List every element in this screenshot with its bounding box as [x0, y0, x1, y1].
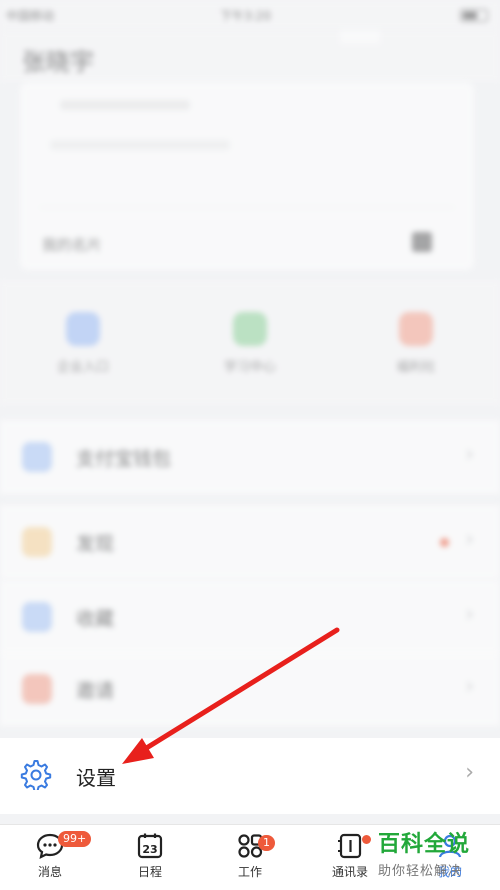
calendar-icon: 23	[137, 833, 163, 859]
watermark-title: 百科全说	[378, 832, 471, 857]
contacts-dot	[362, 835, 371, 844]
watermark: 百科全说 助你轻松解决	[378, 826, 498, 879]
tab-schedule[interactable]: 23 日程	[110, 831, 190, 880]
unread-badge: 99+	[58, 831, 92, 847]
tab-messages[interactable]: 消息 99+	[10, 831, 92, 880]
watermark-subtitle: 助你轻松解决	[378, 864, 463, 879]
work-badge: 1	[258, 835, 275, 851]
calendar-date: 23	[142, 843, 157, 856]
tab-label: 消息	[37, 865, 62, 879]
tab-label: 日程	[137, 865, 162, 879]
tab-label: 工作	[237, 865, 262, 879]
annotation-arrow	[122, 627, 340, 764]
tab-work[interactable]: 工作 1	[210, 831, 290, 880]
contacts-book-icon	[338, 833, 362, 859]
